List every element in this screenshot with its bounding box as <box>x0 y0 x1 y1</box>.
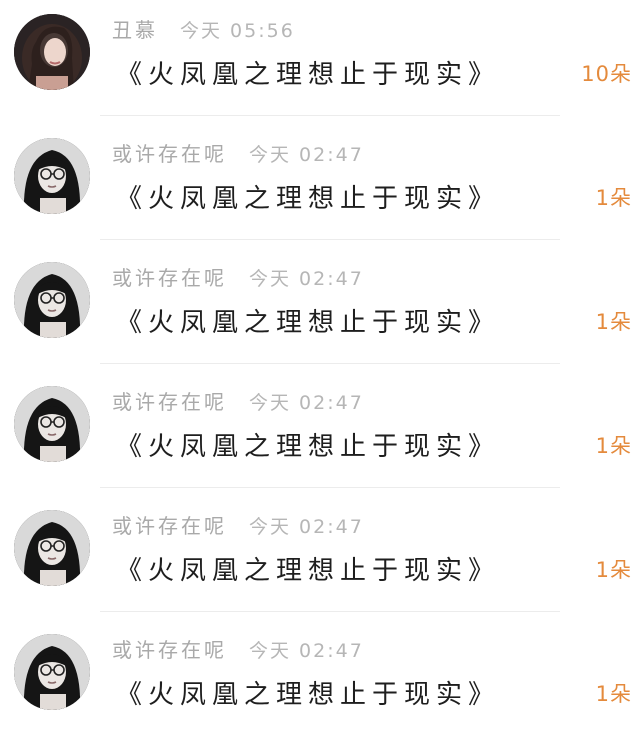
sender-name: 丑慕 <box>112 18 158 42</box>
divider <box>100 487 560 488</box>
item-meta: 或许存在呢 今天 02:47 <box>112 386 364 414</box>
timestamp: 今天 02:47 <box>249 516 364 538</box>
sender-name: 或许存在呢 <box>112 266 227 290</box>
item-meta: 丑慕 今天 05:56 <box>112 14 295 42</box>
flower-count: 1朵 <box>595 310 632 334</box>
message-text: 《火凤凰之理想止于现实》 <box>116 184 501 214</box>
avatar[interactable] <box>14 138 90 214</box>
avatar[interactable] <box>14 262 90 338</box>
flower-count: 1朵 <box>595 434 632 458</box>
flower-count: 1朵 <box>595 186 632 210</box>
timestamp: 今天 02:47 <box>249 268 364 290</box>
message-text: 《火凤凰之理想止于现实》 <box>116 680 501 710</box>
list-item[interactable]: 或许存在呢 今天 02:47 《火凤凰之理想止于现实》 1朵 <box>0 124 640 248</box>
message-text: 《火凤凰之理想止于现实》 <box>116 432 501 462</box>
avatar[interactable] <box>14 510 90 586</box>
message-list: 丑慕 今天 05:56 《火凤凰之理想止于现实》 10朵 或许存在呢 今天 02… <box>0 0 640 732</box>
flower-count: 10朵 <box>581 62 632 86</box>
timestamp: 今天 02:47 <box>249 144 364 166</box>
divider <box>100 363 560 364</box>
list-item[interactable]: 或许存在呢 今天 02:47 《火凤凰之理想止于现实》 1朵 <box>0 248 640 372</box>
list-item[interactable]: 丑慕 今天 05:56 《火凤凰之理想止于现实》 10朵 <box>0 0 640 124</box>
avatar[interactable] <box>14 386 90 462</box>
divider <box>100 115 560 116</box>
list-item[interactable]: 或许存在呢 今天 02:47 《火凤凰之理想止于现实》 1朵 <box>0 620 640 744</box>
message-text: 《火凤凰之理想止于现实》 <box>116 556 501 586</box>
divider <box>100 239 560 240</box>
flower-count: 1朵 <box>595 682 632 706</box>
list-item[interactable]: 或许存在呢 今天 02:47 《火凤凰之理想止于现实》 1朵 <box>0 496 640 620</box>
timestamp: 今天 02:47 <box>249 640 364 662</box>
avatar[interactable] <box>14 14 90 90</box>
item-meta: 或许存在呢 今天 02:47 <box>112 634 364 662</box>
message-text: 《火凤凰之理想止于现实》 <box>116 60 501 90</box>
sender-name: 或许存在呢 <box>112 390 227 414</box>
avatar[interactable] <box>14 634 90 710</box>
message-text: 《火凤凰之理想止于现实》 <box>116 308 501 338</box>
item-meta: 或许存在呢 今天 02:47 <box>112 138 364 166</box>
flower-count: 1朵 <box>595 558 632 582</box>
list-item[interactable]: 或许存在呢 今天 02:47 《火凤凰之理想止于现实》 1朵 <box>0 372 640 496</box>
sender-name: 或许存在呢 <box>112 638 227 662</box>
item-meta: 或许存在呢 今天 02:47 <box>112 262 364 290</box>
sender-name: 或许存在呢 <box>112 514 227 538</box>
timestamp: 今天 05:56 <box>180 20 295 42</box>
item-meta: 或许存在呢 今天 02:47 <box>112 510 364 538</box>
timestamp: 今天 02:47 <box>249 392 364 414</box>
sender-name: 或许存在呢 <box>112 142 227 166</box>
divider <box>100 611 560 612</box>
